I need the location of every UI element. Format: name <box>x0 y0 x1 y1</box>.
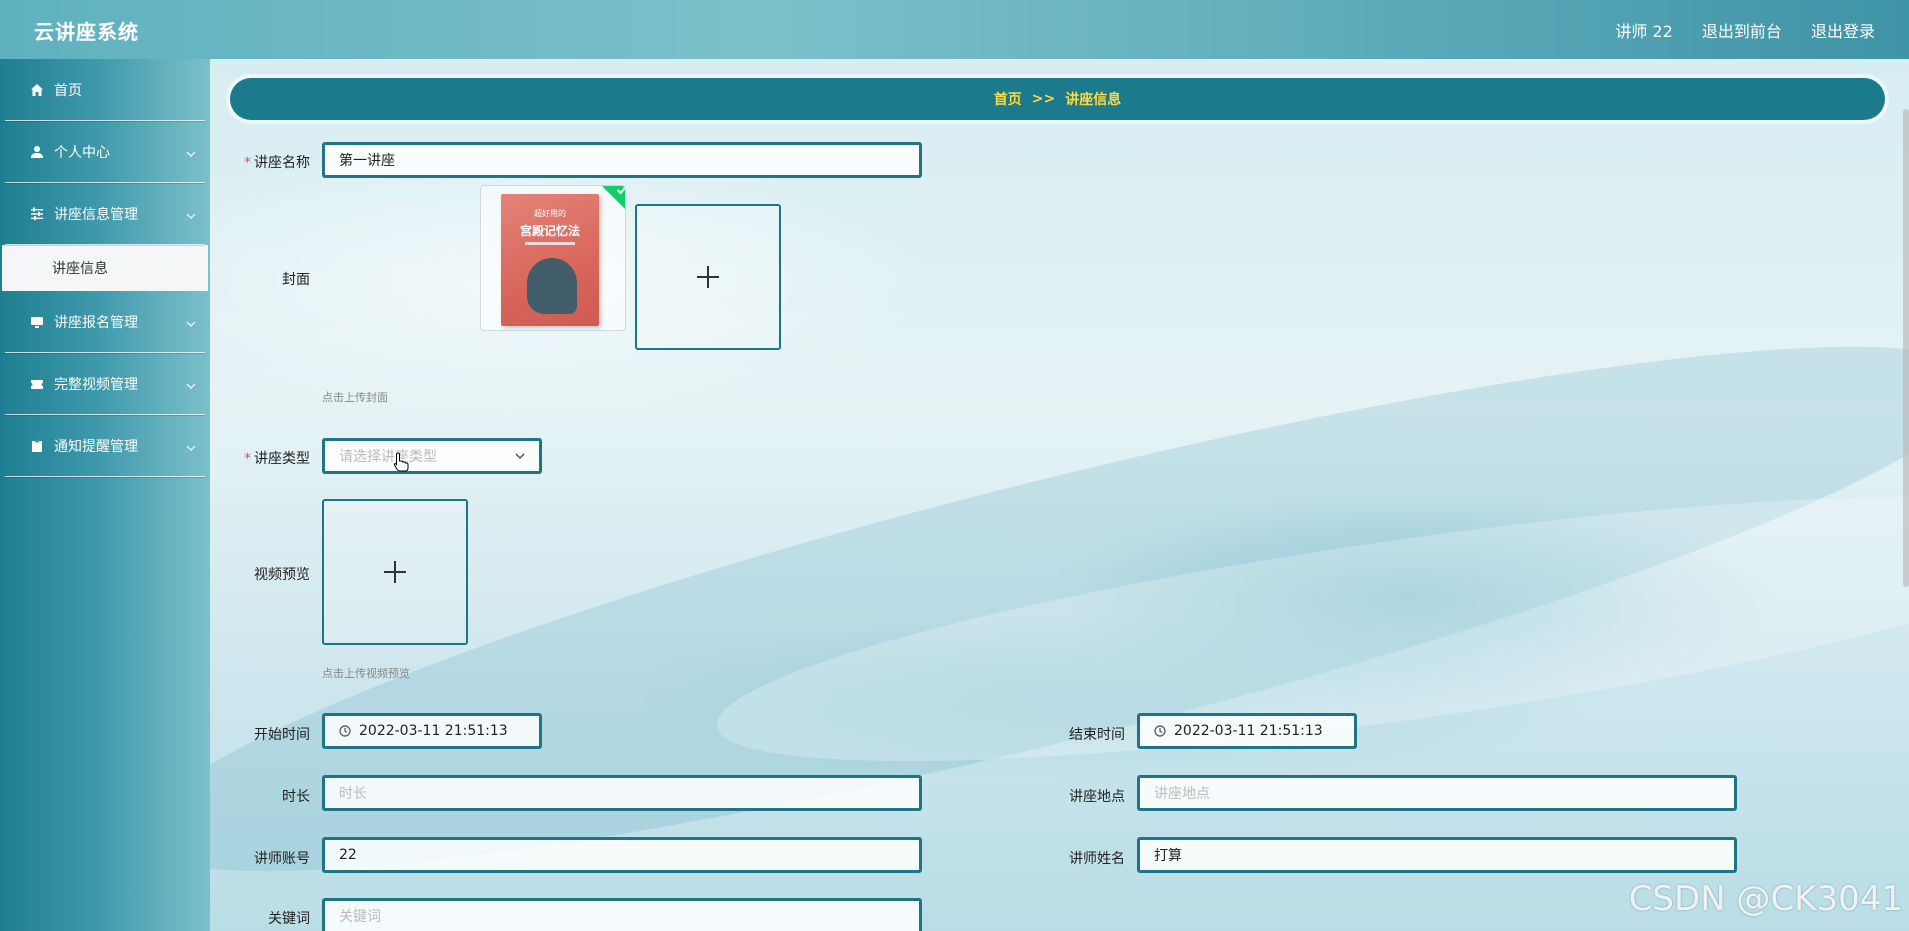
book-cover-image: 超好用的 宫殿记忆法 <box>501 194 599 326</box>
sidebar: 首页 个人中心 讲座信息管理 讲座信息 讲座报名管理 完整视频管理 通知提醒管理 <box>0 59 210 931</box>
keywords-input[interactable]: 关键词 <box>322 898 922 931</box>
video-upload-button[interactable] <box>322 499 468 645</box>
upload-success-icon <box>600 186 625 213</box>
sidebar-item-notification-management[interactable]: 通知提醒管理 <box>0 415 210 477</box>
lecture-type-select[interactable]: 请选择讲座类型 <box>322 438 542 474</box>
home-icon <box>30 83 44 97</box>
sidebar-item-registration-management[interactable]: 讲座报名管理 <box>0 291 210 353</box>
sidebar-item-label: 通知提醒管理 <box>54 439 138 455</box>
sidebar-item-video-management[interactable]: 完整视频管理 <box>0 353 210 415</box>
chevron-down-icon <box>186 317 196 328</box>
lecture-type-label: * 讲座类型 <box>244 451 310 467</box>
cover-upload-button[interactable] <box>635 204 781 350</box>
end-time-value: 2022-03-11 21:51:13 <box>1174 723 1323 739</box>
top-header: 云讲座系统 讲师 22 退出到前台 退出登录 <box>0 0 1909 59</box>
teacher-account-input[interactable]: 22 <box>322 837 922 873</box>
sidebar-item-label: 讲座报名管理 <box>54 315 138 331</box>
watermark: CSDN @CK3041 <box>1628 879 1903 919</box>
breadcrumb: 首页 >> 讲座信息 <box>230 78 1885 120</box>
teacher-name-input[interactable]: 打算 <box>1137 837 1737 873</box>
scrollbar[interactable] <box>1903 109 1909 587</box>
location-label: 讲座地点 <box>1069 789 1125 805</box>
sidebar-item-label: 首页 <box>54 83 82 99</box>
video-preview-label: 视频预览 <box>254 567 310 583</box>
sidebar-item-home[interactable]: 首页 <box>0 59 210 121</box>
back-to-front-link[interactable]: 退出到前台 <box>1702 22 1782 41</box>
book-subtitle: 超好用的 <box>534 209 566 218</box>
start-time-label: 开始时间 <box>254 727 310 743</box>
end-time-picker[interactable]: 2022-03-11 21:51:13 <box>1137 713 1357 749</box>
plus-icon <box>697 266 719 288</box>
sliders-icon <box>30 207 44 221</box>
sidebar-subitem-lecture-info[interactable]: 讲座信息 <box>2 245 208 291</box>
breadcrumb-separator: >> <box>1031 91 1056 107</box>
header-links: 讲师 22 退出到前台 退出登录 <box>1591 18 1875 42</box>
chevron-down-icon <box>186 209 196 220</box>
sidebar-item-personal[interactable]: 个人中心 <box>0 121 210 183</box>
lecture-name-input[interactable]: 第一讲座 <box>322 142 922 178</box>
duration-label: 时长 <box>282 789 310 805</box>
start-time-value: 2022-03-11 21:51:13 <box>359 723 508 739</box>
chevron-down-icon <box>186 379 196 390</box>
cover-thumbnail[interactable]: 超好用的 宫殿记忆法 <box>480 185 626 331</box>
location-input[interactable]: 讲座地点 <box>1137 775 1737 811</box>
app-title: 云讲座系统 <box>34 20 139 44</box>
duration-input[interactable]: 时长 <box>322 775 922 811</box>
lecture-name-label: * 讲座名称 <box>244 155 310 171</box>
sidebar-item-label: 完整视频管理 <box>54 377 138 393</box>
clipboard-icon <box>30 439 44 453</box>
main-content: 首页 >> 讲座信息 * 讲座名称 第一讲座 封面 超好用的 宫殿记忆法 点击上传… <box>210 59 1909 931</box>
end-time-label: 结束时间 <box>1069 727 1125 743</box>
user-icon <box>30 145 44 159</box>
logout-link[interactable]: 退出登录 <box>1811 22 1875 41</box>
plus-icon <box>384 561 406 583</box>
sidebar-item-label: 讲座信息管理 <box>54 207 138 223</box>
cover-label: 封面 <box>282 272 310 288</box>
cover-upload-hint: 点击上传封面 <box>322 391 388 404</box>
video-upload-hint: 点击上传视频预览 <box>322 667 410 680</box>
ticket-icon <box>30 377 44 391</box>
clock-icon <box>1154 725 1166 737</box>
sidebar-item-label: 个人中心 <box>54 145 110 161</box>
sidebar-item-lecture-info-management[interactable]: 讲座信息管理 <box>0 183 210 245</box>
breadcrumb-home[interactable]: 首页 <box>994 89 1022 109</box>
chevron-down-icon <box>186 441 196 452</box>
pointer-cursor-icon <box>393 452 409 472</box>
monitor-icon <box>30 315 44 329</box>
current-user-link[interactable]: 讲师 22 <box>1615 22 1672 41</box>
keywords-label: 关键词 <box>268 911 310 927</box>
breadcrumb-current: 讲座信息 <box>1065 92 1122 108</box>
lecture-type-placeholder: 请选择讲座类型 <box>339 449 437 465</box>
chevron-down-icon <box>515 453 525 460</box>
head-silhouette <box>527 258 577 314</box>
book-title: 宫殿记忆法 <box>519 224 580 238</box>
chevron-down-icon <box>186 147 196 158</box>
clock-icon <box>339 725 351 737</box>
start-time-picker[interactable]: 2022-03-11 21:51:13 <box>322 713 542 749</box>
teacher-name-label: 讲师姓名 <box>1069 851 1125 867</box>
teacher-account-label: 讲师账号 <box>254 851 310 867</box>
